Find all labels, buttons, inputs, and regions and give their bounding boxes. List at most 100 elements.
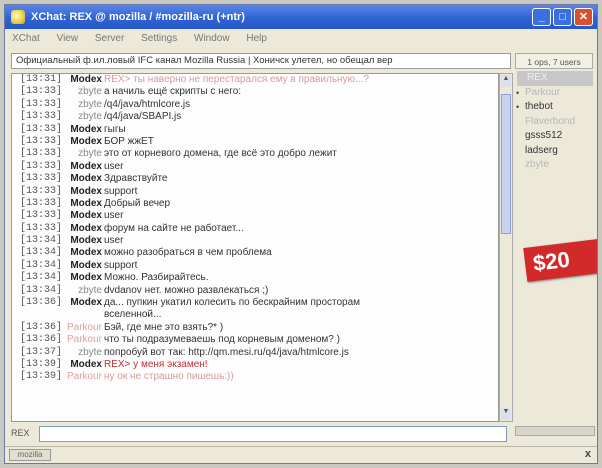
xchat-window: XChat: REX @ mozilla / #mozilla-ru (+ntr… xyxy=(4,4,598,464)
menu-view[interactable]: View xyxy=(50,29,86,44)
message-timestamp: [13:33] xyxy=(20,86,63,98)
user-list-item[interactable]: zbyte xyxy=(515,158,593,173)
scroll-thumb[interactable] xyxy=(501,94,511,234)
message-text: Добрый вечер xyxy=(104,197,171,209)
message-nick[interactable]: Modex xyxy=(70,235,102,247)
message-timestamp: [13:33] xyxy=(20,135,63,147)
message-nick[interactable]: Parkour xyxy=(67,334,102,346)
user-name: Flaverbond xyxy=(525,115,576,127)
message-text: support xyxy=(104,259,138,271)
chat-line: [13:36] Parkour Бэй, где мне это взять?* ) xyxy=(12,322,498,334)
message-nick[interactable]: Modex xyxy=(70,198,102,210)
message-text: REX> у меня экзамен! xyxy=(104,358,208,370)
message-timestamp: [13:33] xyxy=(20,210,63,222)
message-text: support xyxy=(104,185,138,197)
maximize-button[interactable]: □ xyxy=(553,8,572,26)
message-text: ну ок не страшно пишешь:)) xyxy=(104,371,234,383)
message-text: а начиль ещё скрипты с него: xyxy=(104,86,242,98)
message-text: Здравствуйте xyxy=(104,173,168,185)
menu-xchat[interactable]: XChat xyxy=(5,29,47,44)
user-name: gsss512 xyxy=(525,130,563,141)
message-nick[interactable]: zbyte xyxy=(78,99,102,111)
message-timestamp: [13:36] xyxy=(20,321,63,333)
message-nick[interactable]: Modex xyxy=(70,124,102,136)
title-bar[interactable]: XChat: REX @ mozilla / #mozilla-ru (+ntr… xyxy=(5,5,597,29)
chat-line: [13:34] Modex support xyxy=(12,260,498,272)
user-list-item[interactable]: • thebot xyxy=(515,100,593,115)
chat-line: [13:33] Modex user xyxy=(12,210,498,222)
message-timestamp: [13:33] xyxy=(20,173,63,185)
menu-server[interactable]: Server xyxy=(88,29,131,44)
message-timestamp: [13:39] xyxy=(20,358,63,370)
message-nick[interactable]: Modex xyxy=(70,297,102,309)
chat-line: [13:33] Modex Здравствуйте xyxy=(12,173,498,185)
message-nick[interactable]: Modex xyxy=(70,272,102,284)
user-list-item[interactable]: gsss512 xyxy=(515,129,593,144)
nick-button[interactable]: REX xyxy=(11,428,30,438)
chat-line: вселенной... xyxy=(12,309,498,321)
user-name: zbyte xyxy=(525,159,549,170)
message-text: user xyxy=(104,235,124,247)
user-list-item[interactable]: REX xyxy=(517,71,593,86)
chat-scrollbar[interactable]: ▲ ▼ xyxy=(499,73,513,422)
message-nick[interactable]: zbyte xyxy=(78,111,102,123)
user-status-icon: • xyxy=(516,102,520,112)
menu-settings[interactable]: Settings xyxy=(134,29,184,44)
message-timestamp: [13:36] xyxy=(20,334,63,346)
user-list-item[interactable]: Flaverbond xyxy=(515,115,593,130)
menu-help[interactable]: Help xyxy=(239,29,274,44)
scroll-up-arrow-icon[interactable]: ▲ xyxy=(501,75,511,87)
message-nick[interactable]: Modex xyxy=(70,247,102,259)
chat-line: [13:33] Modex форум на сайте не работает..… xyxy=(12,223,498,235)
chat-line: [13:36] Modex да... пупкин укатил колесить… xyxy=(12,297,498,309)
message-nick[interactable]: Modex xyxy=(70,359,102,371)
close-tab-icon[interactable]: x xyxy=(585,448,591,460)
chat-log[interactable]: [13:31] Modex REX> ты наверно не перестара… xyxy=(11,73,499,422)
user-name: thebot xyxy=(525,101,553,112)
message-text: /q4/java/SBAPI.js xyxy=(104,111,182,123)
message-text: форум на сайте не работает... xyxy=(104,222,244,234)
message-nick[interactable]: Modex xyxy=(70,260,102,272)
message-input[interactable] xyxy=(39,426,507,442)
message-nick[interactable]: Modex xyxy=(70,186,102,198)
message-timestamp: [13:39] xyxy=(20,371,63,383)
message-nick[interactable]: zbyte xyxy=(78,347,102,359)
chat-line: [13:36] Parkour что ты подразумеваешь под … xyxy=(12,334,498,346)
status-bar: mozilla x xyxy=(5,446,597,463)
menu-bar: XChat View Server Settings Window Help xyxy=(5,29,597,49)
channel-topic[interactable]: Официальный ф.ил.ловый IFC канал Mozilla… xyxy=(11,53,511,69)
message-nick[interactable]: Parkour xyxy=(67,371,102,383)
chat-line: [13:34] Modex user xyxy=(12,235,498,247)
message-nick[interactable]: zbyte xyxy=(78,285,102,297)
message-timestamp: [13:33] xyxy=(20,111,63,123)
message-nick[interactable]: Modex xyxy=(70,161,102,173)
message-timestamp: [13:33] xyxy=(20,98,63,110)
message-timestamp: [13:34] xyxy=(20,284,63,296)
menu-window[interactable]: Window xyxy=(187,29,237,44)
channel-tab[interactable]: mozilla xyxy=(9,449,51,461)
message-timestamp: [13:34] xyxy=(20,235,63,247)
user-list-item[interactable]: ladserg xyxy=(515,144,593,159)
scroll-down-arrow-icon[interactable]: ▼ xyxy=(501,408,511,420)
message-text: user xyxy=(104,160,124,172)
user-name: Parkour xyxy=(525,86,561,98)
close-button[interactable]: ✕ xyxy=(574,8,593,26)
message-nick[interactable]: Parkour xyxy=(67,322,102,334)
message-nick[interactable]: Modex xyxy=(70,223,102,235)
message-nick[interactable]: zbyte xyxy=(78,86,102,98)
minimize-button[interactable]: _ xyxy=(532,8,551,26)
message-text: да... пупкин укатил колесить по бескрайн… xyxy=(104,297,361,309)
message-timestamp: [13:31] xyxy=(20,74,63,85)
message-nick[interactable]: Modex xyxy=(70,136,102,148)
chat-line: [13:33] zbyte/q4/java/SBAPI.js xyxy=(12,111,498,123)
chat-line: [13:37] zbyte попробуй вот так: http://qm.… xyxy=(12,347,498,359)
userlist-scrollbar[interactable] xyxy=(515,426,595,436)
ad-banner[interactable]: $20 xyxy=(523,238,597,282)
message-nick[interactable]: Modex xyxy=(70,173,102,185)
message-nick[interactable]: zbyte xyxy=(78,148,102,160)
message-nick[interactable]: Modex xyxy=(70,74,102,86)
user-status-icon: • xyxy=(516,87,520,98)
message-nick[interactable]: Modex xyxy=(70,210,102,222)
user-list-item[interactable]: • Parkour xyxy=(515,86,593,101)
user-list[interactable]: REX • Parkour • thebot Flaverbond gsss512 ladse… xyxy=(515,71,593,173)
